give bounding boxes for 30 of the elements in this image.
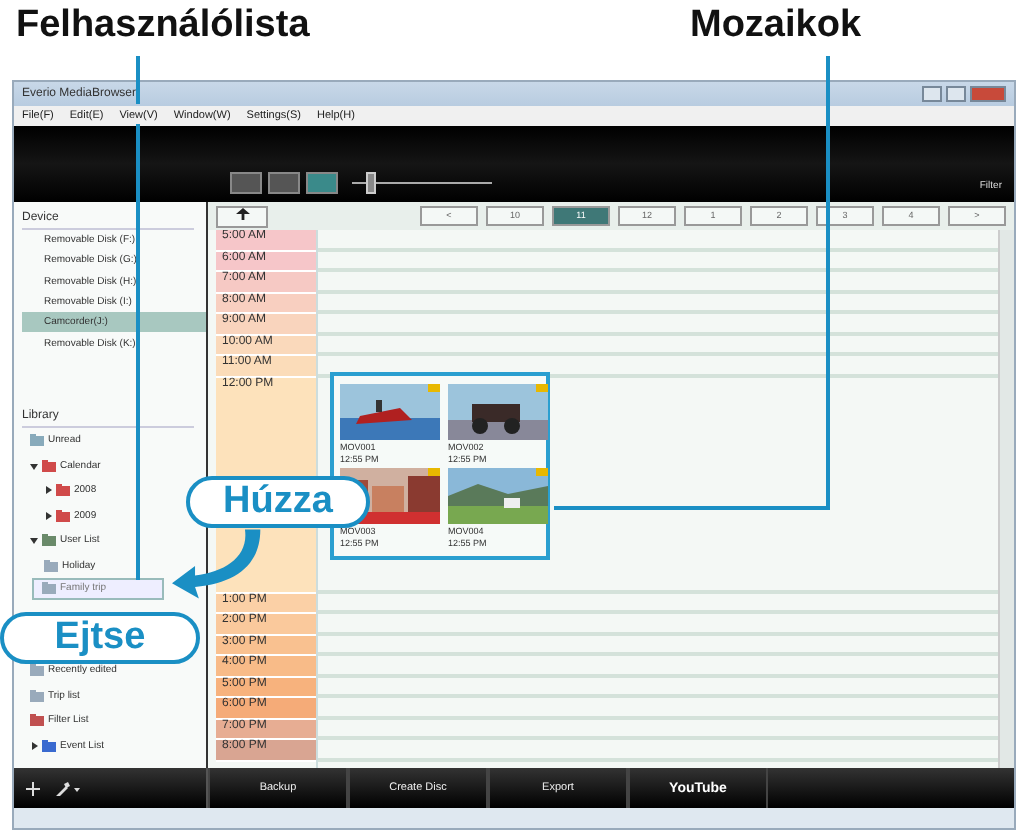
folder-icon bbox=[30, 714, 44, 727]
collapsed-arrow-icon[interactable] bbox=[44, 511, 52, 520]
leader-line bbox=[136, 56, 139, 104]
collapsed-arrow-icon[interactable] bbox=[44, 486, 52, 495]
minimize-button[interactable] bbox=[922, 86, 942, 102]
folder-icon bbox=[30, 664, 44, 677]
calendar-icon bbox=[42, 459, 56, 472]
callout-title: Felhasználólista bbox=[16, 4, 310, 48]
folder-icon bbox=[42, 534, 56, 547]
tools-icon[interactable] bbox=[56, 781, 80, 795]
callout-badge: Ejtse bbox=[0, 612, 200, 664]
expanded-arrow-icon[interactable] bbox=[30, 536, 38, 545]
scrollbar[interactable] bbox=[998, 230, 1014, 768]
calendar-icon bbox=[56, 509, 70, 522]
event-icon bbox=[42, 739, 56, 752]
up-arrow-icon bbox=[235, 207, 249, 219]
collapsed-arrow-icon[interactable] bbox=[30, 741, 38, 750]
slider-thumb[interactable] bbox=[365, 172, 375, 194]
folder-icon bbox=[30, 434, 44, 447]
callout-badge: Húzza bbox=[186, 476, 370, 528]
maximize-button[interactable] bbox=[946, 86, 966, 102]
folder-icon bbox=[44, 559, 58, 572]
folder-icon bbox=[30, 689, 44, 702]
zoom-slider[interactable] bbox=[352, 172, 492, 194]
up-button[interactable] bbox=[216, 205, 268, 227]
calendar-icon bbox=[56, 484, 70, 497]
callout-title: Mozaikok bbox=[690, 4, 862, 48]
expanded-arrow-icon[interactable] bbox=[30, 461, 38, 470]
folder-icon bbox=[42, 582, 56, 595]
add-icon[interactable] bbox=[26, 781, 40, 795]
